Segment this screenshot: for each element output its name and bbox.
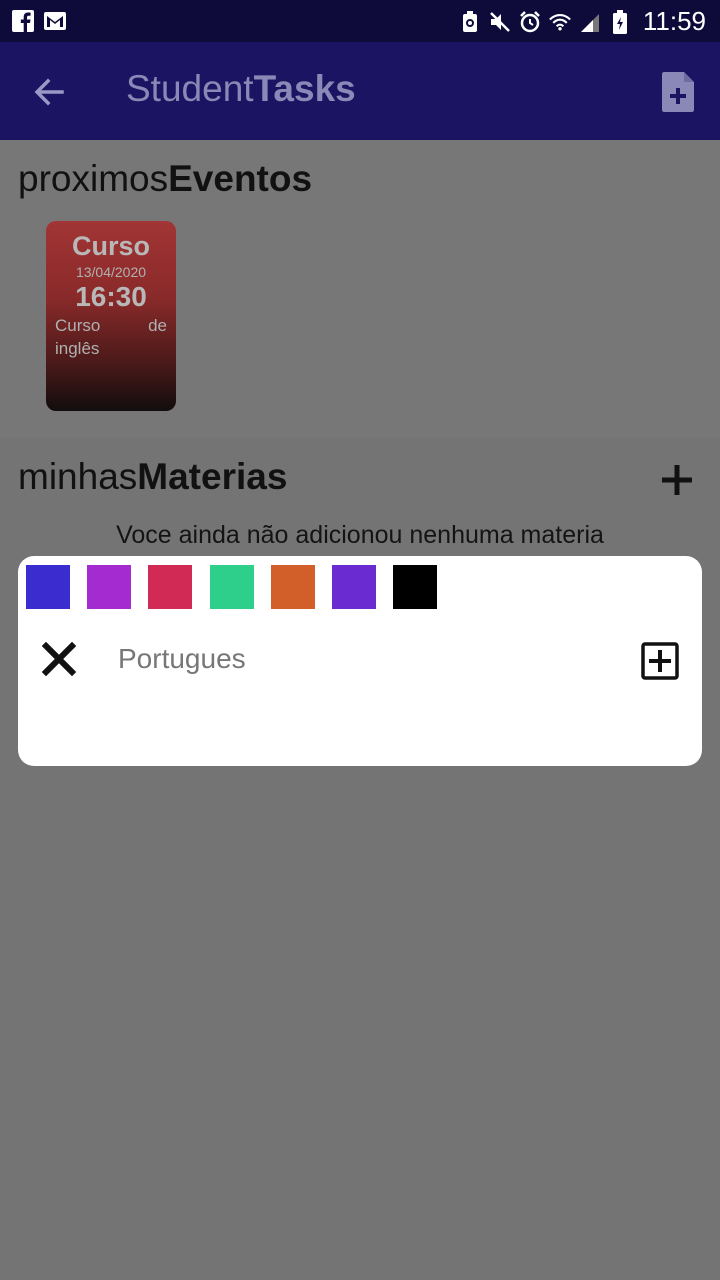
app-bar: StudentTasks xyxy=(0,42,720,140)
add-materia-dialog xyxy=(18,556,702,766)
event-card[interactable]: Curso 13/04/2020 16:30 Curso de inglês xyxy=(46,221,176,411)
empty-materias-message: Voce ainda não adicionou nenhuma materia xyxy=(116,521,604,549)
event-time: 16:30 xyxy=(75,281,147,312)
color-swatch-orange[interactable] xyxy=(271,565,315,609)
status-bar: 11:59 xyxy=(0,0,720,42)
materias-title-light: minhas xyxy=(18,456,138,497)
color-swatch-blue[interactable] xyxy=(26,565,70,609)
wifi-icon xyxy=(548,11,571,33)
gmail-icon xyxy=(44,10,66,32)
materias-title: minhasMaterias xyxy=(18,456,287,498)
close-icon[interactable] xyxy=(41,641,77,677)
facebook-icon xyxy=(12,10,34,32)
materia-name-input[interactable] xyxy=(118,636,618,682)
status-clock: 11:59 xyxy=(642,6,706,36)
battery-charging-icon xyxy=(609,9,631,34)
signal-icon xyxy=(579,11,601,33)
color-swatch-violet[interactable] xyxy=(332,565,376,609)
color-swatch-purple[interactable] xyxy=(87,565,131,609)
color-swatch-green[interactable] xyxy=(210,565,254,609)
event-type: Curso xyxy=(71,231,150,261)
materias-title-bold: Materias xyxy=(137,456,288,497)
event-date: 13/04/2020 xyxy=(75,264,147,280)
events-title-bold: Eventos xyxy=(168,158,313,199)
events-title: proximosEventos xyxy=(18,158,312,200)
back-arrow-icon[interactable] xyxy=(30,73,68,111)
add-box-icon[interactable] xyxy=(641,642,679,680)
new-document-icon[interactable] xyxy=(660,70,698,114)
event-description: Curso de inglês xyxy=(55,316,167,358)
events-title-light: proximos xyxy=(18,158,169,199)
alarm-icon xyxy=(519,10,541,33)
battery-saver-icon xyxy=(459,10,481,33)
add-materia-plus-icon[interactable] xyxy=(660,463,694,497)
app-title-light: Student xyxy=(126,68,254,109)
app-title: StudentTasks xyxy=(126,68,356,110)
app-title-bold: Tasks xyxy=(253,68,356,109)
color-swatch-crimson[interactable] xyxy=(148,565,192,609)
color-swatch-black[interactable] xyxy=(393,565,437,609)
mute-icon xyxy=(489,11,511,33)
